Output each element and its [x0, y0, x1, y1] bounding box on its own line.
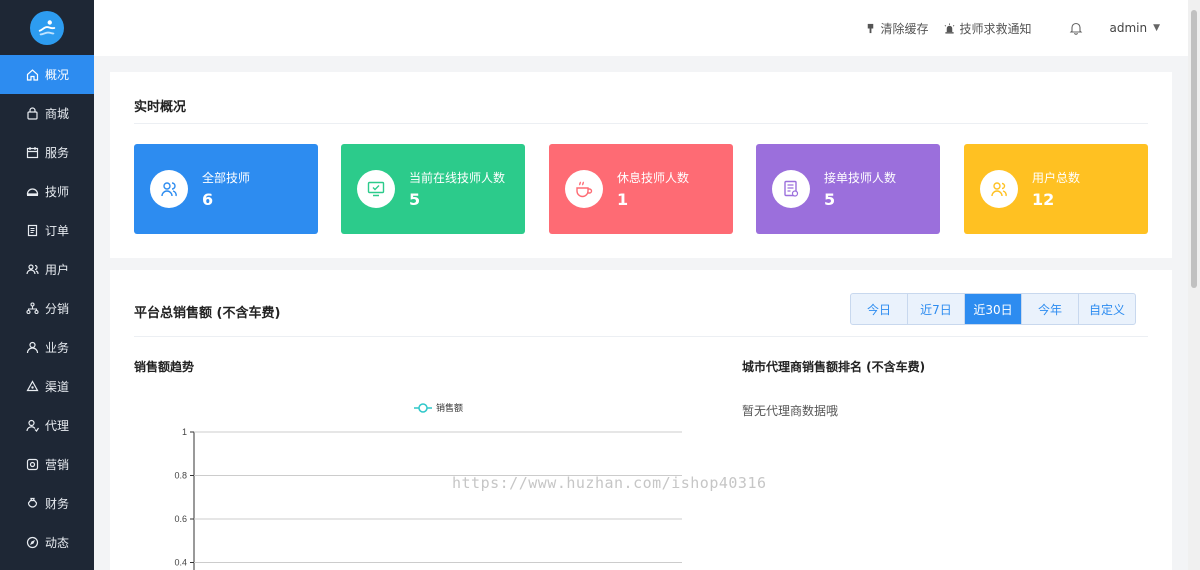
document-icon: [27, 224, 38, 237]
sidebar-item-label: 用户: [45, 263, 70, 277]
stat-value: 12: [1032, 190, 1055, 209]
sidebar-item-label: 营销: [45, 458, 70, 472]
y-tick-label: 0.8: [174, 471, 187, 481]
sidebar-item-label: 概况: [45, 68, 70, 82]
order-doc-icon: [772, 170, 810, 208]
sidebar-item-label: 商城: [45, 107, 70, 121]
sidebar-item-label: 动态: [45, 536, 70, 550]
ranking-title: 城市代理商销售额排名 (不含车费): [742, 360, 926, 374]
sales-divider: [134, 336, 1148, 337]
sidebar-item-0[interactable]: 概况: [0, 55, 94, 94]
sidebar-item-label: 财务: [45, 497, 70, 511]
stat-label: 接单技师人数: [824, 171, 897, 185]
stat-label: 全部技师: [202, 171, 251, 185]
scrollbar-thumb[interactable]: [1191, 10, 1197, 288]
sidebar-item-5[interactable]: 用户: [0, 250, 94, 289]
legend-label: 销售额: [436, 402, 463, 413]
person-icon: [26, 341, 39, 354]
sidebar-item-10[interactable]: 营销: [0, 445, 94, 484]
sidebar-item-label: 技师: [45, 185, 70, 199]
brush-icon: [868, 23, 874, 33]
channel-icon: [26, 380, 39, 392]
sidebar-item-label: 服务: [45, 146, 70, 160]
lock-bag-icon: [27, 107, 38, 120]
rescue-notice-label: 技师求救通知: [959, 21, 1032, 36]
stat-card-1[interactable]: 当前在线技师人数 5: [341, 144, 525, 234]
sidebar-item-7[interactable]: 业务: [0, 328, 94, 367]
sidebar-item-1[interactable]: 商城: [0, 94, 94, 133]
clear-cache-label: 清除缓存: [880, 21, 929, 36]
stat-card-4[interactable]: 用户总数 12: [964, 144, 1148, 234]
calendar-icon: [26, 147, 39, 159]
overview-divider: [134, 123, 1148, 124]
home-icon: [26, 69, 39, 81]
user-menu[interactable]: admin ▼: [1109, 21, 1160, 35]
overview-card: 实时概况 全部技师 6 当前在线技师人数 5 休息技师人数 1 接单技师人数 5 用户总数 12: [110, 72, 1172, 258]
top-header: 清除缓存 技师求救通知 admin ▼: [94, 0, 1188, 56]
stat-value: 1: [617, 190, 629, 209]
sidebar-item-11[interactable]: 财务: [0, 484, 94, 523]
trend-title: 销售额趋势: [134, 360, 195, 374]
sales-title: 平台总销售额 (不含车费): [134, 306, 281, 321]
stat-card-2[interactable]: 休息技师人数 1: [549, 144, 733, 234]
watermark-text: https://www.huzhan.com/ishop40316: [452, 474, 767, 492]
sidebar-item-label: 订单: [45, 224, 70, 238]
tab-3[interactable]: 今年: [1022, 294, 1079, 324]
sidebar: 概况商城服务技师订单用户分销业务渠道代理营销财务动态: [0, 0, 94, 570]
y-tick-label: 0.4: [174, 558, 187, 568]
tab-1[interactable]: 近7日: [908, 294, 965, 324]
caret-down-icon: ▼: [1153, 23, 1160, 33]
brand-logo-icon[interactable]: [30, 10, 64, 45]
y-tick-label: 0.6: [174, 514, 187, 524]
coffee-icon: [565, 170, 603, 208]
bell-icon[interactable]: [1069, 21, 1083, 35]
stat-value: 5: [409, 190, 421, 209]
compass-icon: [26, 536, 39, 549]
sidebar-item-label: 分销: [45, 302, 70, 316]
sidebar-item-9[interactable]: 代理: [0, 406, 94, 445]
sidebar-item-label: 代理: [45, 419, 70, 433]
legend-marker: [418, 403, 428, 413]
marketing-icon: [26, 458, 39, 471]
sales-card: 平台总销售额 (不含车费) 今日 近7日 近30日 今年 自定义 销售额趋势 城市代理商…: [110, 270, 1172, 570]
stat-card-0[interactable]: 全部技师 6: [134, 144, 318, 234]
sidebar-item-4[interactable]: 订单: [0, 211, 94, 250]
money-bag-icon: [27, 497, 38, 508]
logo-area: [0, 0, 94, 55]
stat-value: 6: [202, 190, 214, 209]
ranking-empty-text: 暂无代理商数据哦: [742, 404, 839, 418]
sidebar-item-label: 业务: [45, 341, 70, 355]
sidebar-item-label: 渠道: [45, 380, 70, 394]
clear-cache-link[interactable]: 清除缓存: [865, 20, 928, 37]
helmet-icon: [26, 188, 39, 196]
sidebar-item-3[interactable]: 技师: [0, 172, 94, 211]
vertical-scrollbar[interactable]: [1188, 0, 1200, 570]
users-icon: [150, 170, 188, 208]
stat-value: 5: [824, 190, 836, 209]
sidebar-item-2[interactable]: 服务: [0, 133, 94, 172]
stat-card-3[interactable]: 接单技师人数 5: [756, 144, 940, 234]
network-icon: [26, 302, 39, 315]
rescue-notice-link[interactable]: 技师求救通知: [944, 20, 1031, 37]
stat-label: 用户总数: [1032, 171, 1081, 185]
chart-legend[interactable]: 销售额: [414, 402, 463, 413]
sidebar-item-12[interactable]: 动态: [0, 523, 94, 562]
tab-2[interactable]: 近30日: [965, 294, 1022, 324]
overview-title: 实时概况: [134, 100, 187, 115]
stat-label: 休息技师人数: [617, 171, 690, 185]
user-group-icon: [980, 170, 1018, 208]
y-tick-label: 1: [182, 427, 187, 437]
username: admin: [1109, 21, 1148, 35]
sidebar-item-6[interactable]: 分销: [0, 289, 94, 328]
agent-icon: [26, 419, 39, 432]
tab-4[interactable]: 自定义: [1079, 294, 1135, 324]
tab-0[interactable]: 今日: [851, 294, 908, 324]
alarm-icon: [945, 22, 955, 34]
sidebar-item-8[interactable]: 渠道: [0, 367, 94, 406]
users-icon: [26, 264, 39, 275]
stat-label: 当前在线技师人数: [409, 171, 506, 185]
monitor-check-icon: [357, 170, 395, 208]
sidebar-nav: 概况商城服务技师订单用户分销业务渠道代理营销财务动态: [0, 55, 94, 562]
date-range-tabs: 今日 近7日 近30日 今年 自定义: [850, 293, 1136, 325]
